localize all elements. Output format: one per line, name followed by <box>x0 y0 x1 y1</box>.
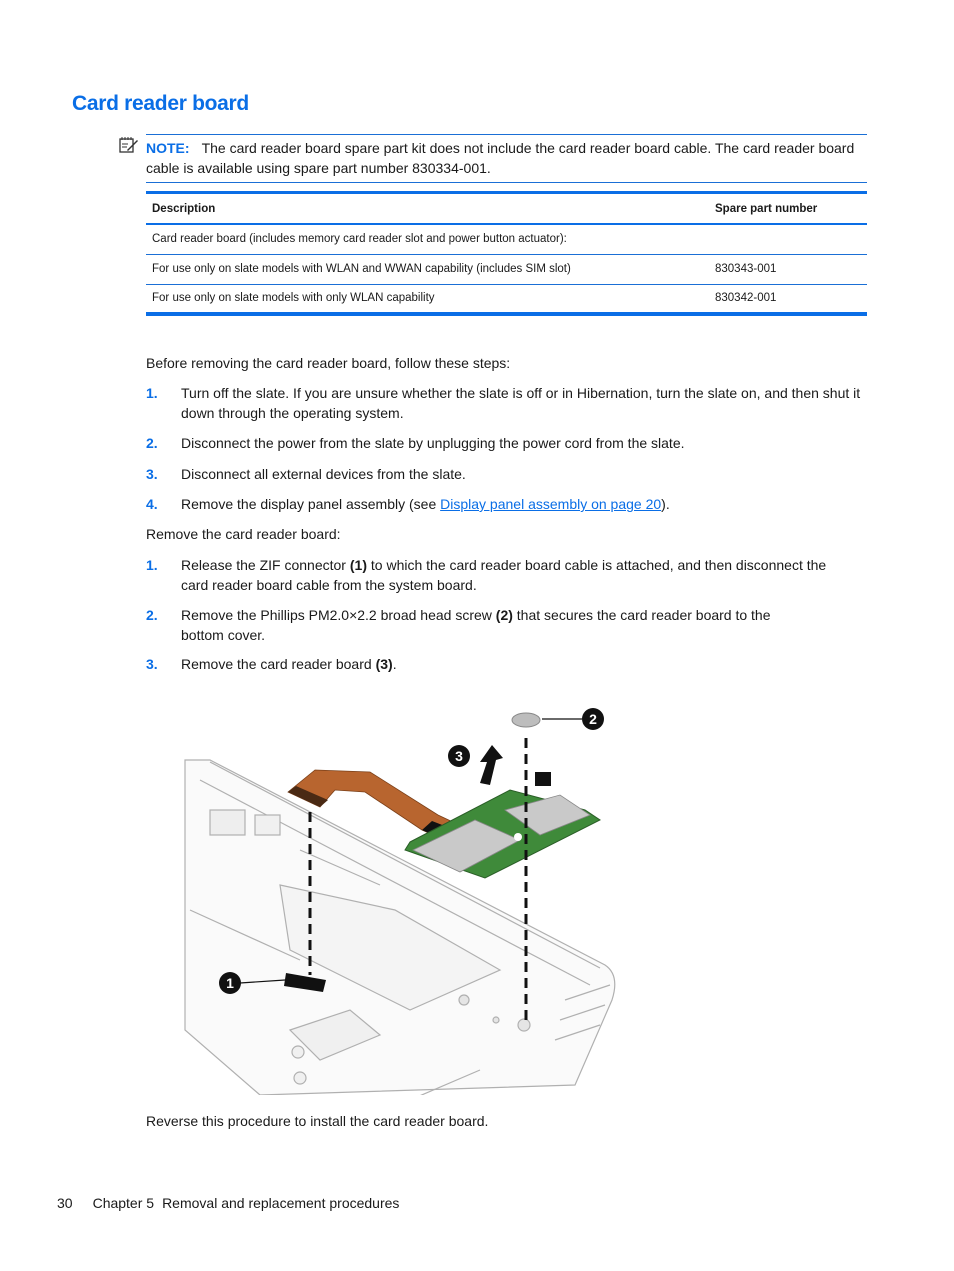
spare-parts-table: Description Spare part number Card reade… <box>146 191 867 316</box>
callout-label: 1 <box>226 975 234 991</box>
row-part-number <box>709 224 867 255</box>
table-header-row: Description Spare part number <box>146 192 867 225</box>
step-text-after: . <box>392 656 397 672</box>
callout-ref: (3) <box>375 656 393 672</box>
step-text-before: Remove the display panel assembly (see <box>181 496 441 512</box>
before-step-1: 1. Turn off the slate. If you are unsure… <box>146 383 871 423</box>
table-row: For use only on slate models with only W… <box>146 284 867 314</box>
note-text: The card reader board spare part kit doe… <box>146 140 855 176</box>
lift-arrow <box>480 745 503 785</box>
note-icon <box>119 137 138 153</box>
display-panel-assembly-link[interactable]: Display panel assembly on page 20 <box>440 496 661 512</box>
step-text-before: Release the ZIF connector <box>181 557 350 573</box>
remove-step-2: 2. Remove the Phillips PM2.0×2.2 broad h… <box>146 605 796 645</box>
page-title: Card reader board <box>72 92 249 115</box>
callout-3: 3 <box>448 745 470 767</box>
step-number: 1. <box>146 385 158 401</box>
step-text-after: ). <box>661 496 670 512</box>
row-description: For use only on slate models with only W… <box>152 292 435 305</box>
card-reader-removal-illustration: 1 2 3 <box>184 708 616 1095</box>
step-number: 4. <box>146 496 158 512</box>
before-intro: Before removing the card reader board, f… <box>146 355 511 371</box>
table-row: For use only on slate models with WLAN a… <box>146 254 867 285</box>
step-text: Remove the Phillips PM2.0×2.2 broad head… <box>181 605 796 645</box>
callout-2: 2 <box>542 708 604 730</box>
step-text: Release the ZIF connector (1) to which t… <box>181 555 846 595</box>
step-number: 1. <box>146 557 158 573</box>
step-text: Disconnect all external devices from the… <box>181 466 466 482</box>
step-number: 2. <box>146 607 158 623</box>
table-row: Card reader board (includes memory card … <box>146 224 867 255</box>
before-step-4: 4. Remove the display panel assembly (se… <box>146 494 871 514</box>
before-step-3: 3. Disconnect all external devices from … <box>146 464 871 484</box>
step-number: 3. <box>146 466 158 482</box>
remove-step-1: 1. Release the ZIF connector (1) to whic… <box>146 555 846 595</box>
before-step-2: 2. Disconnect the power from the slate b… <box>146 433 871 453</box>
row-part-number: 830342-001 <box>715 292 777 305</box>
remove-intro: Remove the card reader board: <box>146 526 341 542</box>
note-block: NOTE: The card reader board spare part ki… <box>146 134 867 183</box>
step-number: 3. <box>146 656 158 672</box>
column-header-description: Description <box>146 192 709 225</box>
callout-ref: (2) <box>495 607 513 623</box>
page-number: 30 <box>57 1195 73 1211</box>
page-footer: 30 Chapter 5 Removal and replacement proce… <box>57 1193 399 1213</box>
callout-label: 2 <box>589 711 597 727</box>
step-text: Turn off the slate. If you are unsure wh… <box>181 385 861 421</box>
row-description: For use only on slate models with WLAN a… <box>146 254 709 285</box>
closing-text: Reverse this procedure to install the ca… <box>146 1113 489 1129</box>
step-text: Disconnect the power from the slate by u… <box>181 435 685 451</box>
note-label: NOTE: <box>146 140 190 156</box>
step-text: Remove the display panel assembly (see D… <box>181 494 871 514</box>
step-text-before: Remove the Phillips PM2.0×2.2 broad head… <box>181 607 496 623</box>
chapter-title: Removal and replacement procedures <box>162 1195 400 1211</box>
remove-step-3: 3. Remove the card reader board (3). <box>146 654 871 674</box>
step-number: 2. <box>146 435 158 451</box>
step-text: Remove the card reader board (3). <box>181 654 871 674</box>
chapter-label: Chapter 5 <box>92 1195 155 1211</box>
column-header-spare-part-number: Spare part number <box>709 192 867 225</box>
row-part-number: 830343-001 <box>709 254 867 285</box>
callout-ref: (1) <box>349 557 367 573</box>
row-description: Card reader board (includes memory card … <box>146 224 709 255</box>
step-text-before: Remove the card reader board <box>181 656 376 672</box>
screw <box>511 712 541 728</box>
callout-label: 3 <box>455 748 463 764</box>
